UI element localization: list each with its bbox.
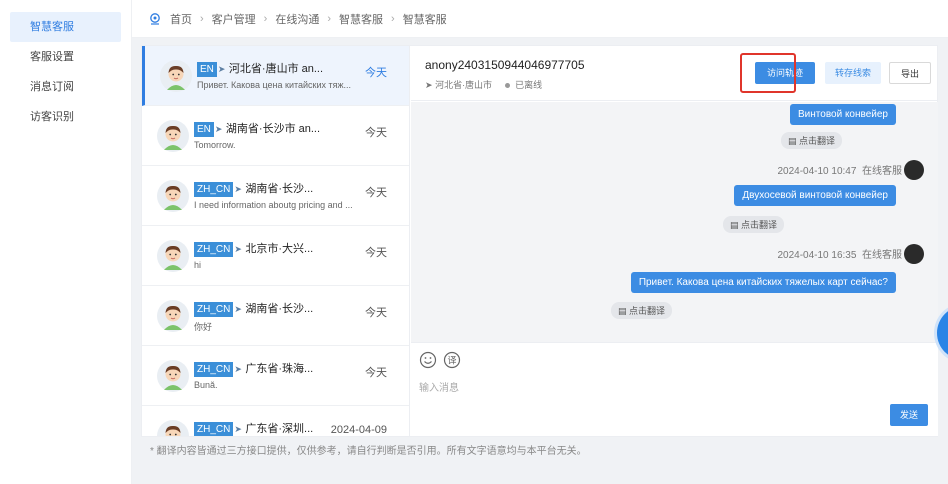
sidebar-item-service-settings[interactable]: 客服设置 xyxy=(10,42,121,72)
visitor-avatar-icon xyxy=(157,120,189,152)
conversation-date: 今天 xyxy=(365,187,387,199)
conversation-location: 湖南省·长沙... xyxy=(245,303,314,315)
navigation-arrow-icon: ➤ xyxy=(234,364,242,374)
conversation-item[interactable]: ZH_CN ➤ 北京市·大兴... hi 今天 xyxy=(142,226,409,286)
breadcrumb-separator: › xyxy=(391,12,395,25)
send-button[interactable]: 发送 xyxy=(890,404,928,426)
conversation-item[interactable]: EN ➤ 河北省·唐山市 an... Привет. Какова цена кит… xyxy=(142,46,409,106)
language-badge: ZH_CN xyxy=(194,422,234,436)
translate-toggle-icon[interactable]: 译 xyxy=(443,351,461,369)
translate-button[interactable]: ▤ 点击翻译 xyxy=(723,216,785,233)
message-meta: 2024-04-10 16:35 在线客服 xyxy=(777,250,902,261)
emoji-icon[interactable] xyxy=(419,351,437,369)
navigation-arrow-icon: ➤ xyxy=(234,304,242,314)
conversation-item[interactable]: EN ➤ 湖南省·长沙市 an... Tomorrow. 今天 xyxy=(142,106,409,166)
agent-avatar xyxy=(904,160,924,180)
conversation-location: 广东省·深圳... xyxy=(245,423,314,435)
conversation-date: 今天 xyxy=(365,307,387,319)
breadcrumb: 首页 › 客户管理 › 在线沟通 › 智慧客服 › 智慧客服 xyxy=(132,0,948,38)
conversation-item[interactable]: ZH_CN ➤ 广东省·深圳... 2024-04-09 xyxy=(142,406,409,436)
agent-avatar xyxy=(904,244,924,264)
conversation-preview: 你好 xyxy=(194,322,213,332)
conversation-location: 湖南省·长沙... xyxy=(245,183,314,195)
language-badge: ZH_CN xyxy=(194,302,234,317)
main-panel: EN ➤ 河北省·唐山市 an... Привет. Какова цена кит… xyxy=(141,45,938,437)
conversation-item[interactable]: ZH_CN ➤ 湖南省·长沙... 你好 今天 xyxy=(142,286,409,346)
sidebar-item-smart-service[interactable]: 智慧客服 xyxy=(10,12,121,42)
svg-text:译: 译 xyxy=(447,356,456,367)
conversation-item[interactable]: ZH_CN ➤ 湖南省·长沙... I need information about… xyxy=(142,166,409,226)
conversation-date: 今天 xyxy=(365,247,387,259)
translate-icon: ▤ xyxy=(618,306,630,316)
translate-button[interactable]: ▤ 点击翻译 xyxy=(781,132,843,149)
breadcrumb-smart-service[interactable]: 智慧客服 xyxy=(339,11,383,27)
navigation-arrow-icon: ➤ xyxy=(234,244,242,254)
status-dot-icon xyxy=(504,82,510,88)
visitor-avatar-icon xyxy=(157,360,189,392)
visitor-location: 河北省·唐山市 xyxy=(435,80,493,90)
navigation-arrow-icon: ➤ xyxy=(234,184,242,194)
visitor-id: anony2403150944046977705 xyxy=(425,58,585,72)
visitor-avatar-icon xyxy=(157,420,189,436)
chat-panel: anony2403150944046977705 ➤ 河北省·唐山市 已离线 访… xyxy=(411,46,938,436)
visitor-status: 已离线 xyxy=(515,80,543,90)
message-meta: 2024-04-10 10:47 在线客服 xyxy=(777,166,902,177)
conversation-location: 广东省·珠海... xyxy=(245,363,314,375)
message-bubble: Привет. Какова цена китайских тяжелых ка… xyxy=(630,272,896,293)
breadcrumb-current: 智慧客服 xyxy=(402,13,447,26)
breadcrumb-separator: › xyxy=(200,12,204,25)
message-bubble: Двухосевой винтовой конвейер xyxy=(734,185,896,206)
conversation-list: EN ➤ 河北省·唐山市 an... Привет. Какова цена кит… xyxy=(142,46,410,436)
message-bubble: Винтовой конвейер xyxy=(790,104,896,125)
sidebar: 智慧客服 客服设置 消息订阅 访客识别 xyxy=(0,0,132,484)
conversation-preview: hi xyxy=(194,260,202,270)
conversation-location: 河北省·唐山市 an... xyxy=(228,63,324,75)
sidebar-item-visitor-identify[interactable]: 访客识别 xyxy=(10,102,121,132)
translate-button[interactable]: ▤ 点击翻译 xyxy=(611,302,673,319)
conversation-preview: Bună. xyxy=(194,380,218,390)
language-badge: EN xyxy=(194,122,214,137)
language-badge: ZH_CN xyxy=(194,242,234,257)
conversation-preview: Tomorrow. xyxy=(194,140,236,150)
visitor-avatar-icon xyxy=(160,60,192,92)
conversation-date: 今天 xyxy=(365,367,387,379)
navigation-arrow-icon: ➤ xyxy=(217,64,226,74)
conversation-location: 湖南省·长沙市 an... xyxy=(225,123,321,135)
navigation-arrow-icon: ➤ xyxy=(234,424,242,434)
breadcrumb-home[interactable]: 首页 xyxy=(170,11,192,27)
transfer-lead-button[interactable]: 转存线索 xyxy=(825,62,881,84)
visitor-avatar-icon xyxy=(157,180,189,212)
conversation-item[interactable]: ZH_CN ➤ 广东省·珠海... Bună. 今天 xyxy=(142,346,409,406)
message-area[interactable]: Винтовой конвейер ▤ 点击翻译 2024-04-10 10:4… xyxy=(411,102,938,342)
translate-icon: ▤ xyxy=(788,136,800,146)
visitor-avatar-icon xyxy=(157,240,189,272)
message-input[interactable]: 输入消息 xyxy=(419,379,459,394)
visitor-meta: ➤ 河北省·唐山市 已离线 xyxy=(425,78,542,91)
conversation-date: 今天 xyxy=(365,127,387,139)
export-button[interactable]: 导出 xyxy=(889,62,931,84)
conversation-preview: I need information aboutg pricing and ..… xyxy=(194,200,353,210)
breadcrumb-customer-mgmt[interactable]: 客户管理 xyxy=(212,11,256,27)
navigation-arrow-icon: ➤ xyxy=(425,80,433,90)
breadcrumb-online-comm[interactable]: 在线沟通 xyxy=(275,11,319,27)
language-badge: ZH_CN xyxy=(194,182,234,197)
conversation-preview: Привет. Какова цена китайских тяж... xyxy=(197,80,352,90)
message-input-area: 译 输入消息 发送 xyxy=(411,342,938,436)
location-pin-icon xyxy=(150,12,160,25)
visit-track-button[interactable]: 访问轨迹 xyxy=(755,62,815,84)
conversation-date: 2024-04-09 xyxy=(330,424,387,436)
conversation-date: 今天 xyxy=(365,67,387,79)
language-badge: ZH_CN xyxy=(194,362,234,377)
translate-icon: ▤ xyxy=(730,220,742,230)
breadcrumb-separator: › xyxy=(263,12,268,25)
conversation-location: 北京市·大兴... xyxy=(245,243,314,255)
language-badge: EN xyxy=(197,62,217,77)
sidebar-item-message-subscription[interactable]: 消息订阅 xyxy=(10,72,121,102)
translation-disclaimer: * 翻译内容皆通过三方接口提供，仅供参考，请自行判断是否引用。所有文字语意均与本… xyxy=(150,446,587,457)
chat-header: anony2403150944046977705 ➤ 河北省·唐山市 已离线 访… xyxy=(411,46,938,101)
breadcrumb-separator: › xyxy=(327,12,332,25)
visitor-avatar-icon xyxy=(157,300,189,332)
navigation-arrow-icon: ➤ xyxy=(214,124,223,134)
